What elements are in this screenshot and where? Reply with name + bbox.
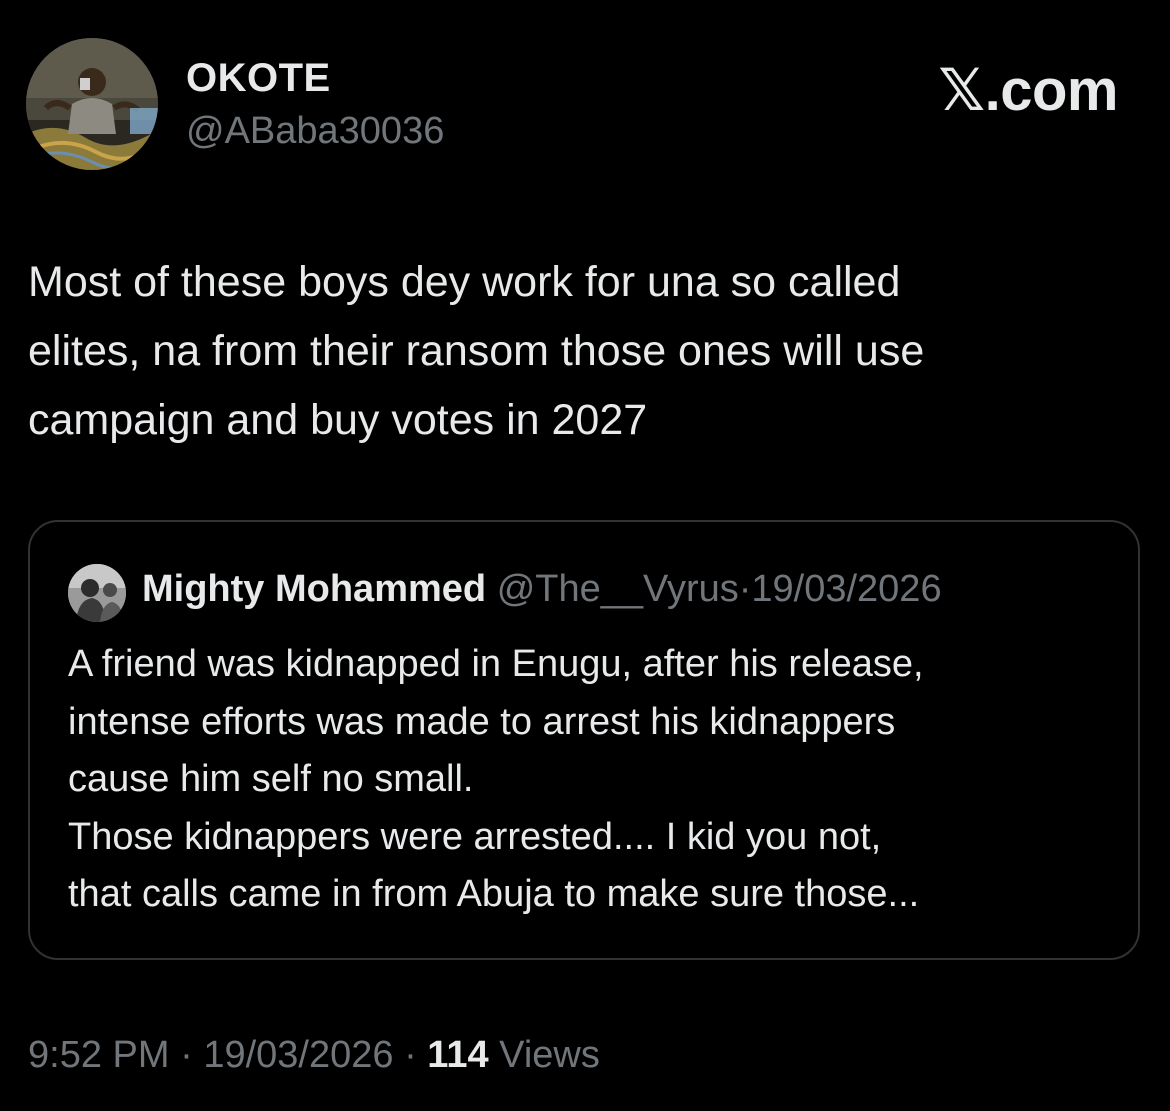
quoted-tweet-date[interactable]: 19/03/2026 [751,568,941,610]
views-label: Views [499,1034,600,1076]
quoted-avatar-photo [68,564,126,622]
author-avatar-photo [26,38,158,170]
meta-separator: · [404,1034,417,1076]
tweet-date[interactable]: 19/03/2026 [203,1034,393,1076]
quoted-separator: · [738,568,752,610]
quoted-author-avatar[interactable] [68,564,126,622]
quoted-author-handle[interactable]: @The__Vyrus [497,568,739,610]
views-count: 114 [427,1034,489,1076]
quoted-tweet[interactable]: Mighty Mohammed @The__Vyrus·19/03/2026 A… [28,520,1140,960]
quoted-author-name[interactable]: Mighty Mohammed [142,568,486,610]
author-handle[interactable]: @ABaba30036 [186,110,444,153]
author-display-name[interactable]: OKOTE [186,56,331,101]
x-com-logo: 𝕏.com [938,56,1118,124]
tweet-text: Most of these boys dey work for una so c… [28,258,925,444]
brand-suffix: .com [984,58,1119,123]
quoted-tweet-text: A friend was kidnapped in Enugu, after h… [68,643,924,915]
meta-separator: · [180,1034,193,1076]
author-avatar[interactable] [26,38,158,170]
quoted-tweet-header: Mighty Mohammed @The__Vyrus·19/03/2026 [142,568,942,611]
x-logo-icon: 𝕏 [938,56,985,124]
tweet-card: OKOTE @ABaba30036 𝕏.com Most of these bo… [0,0,1170,1111]
tweet-meta: 9:52 PM · 19/03/2026 · 114 Views [28,1034,600,1077]
tweet-time[interactable]: 9:52 PM [28,1034,170,1076]
